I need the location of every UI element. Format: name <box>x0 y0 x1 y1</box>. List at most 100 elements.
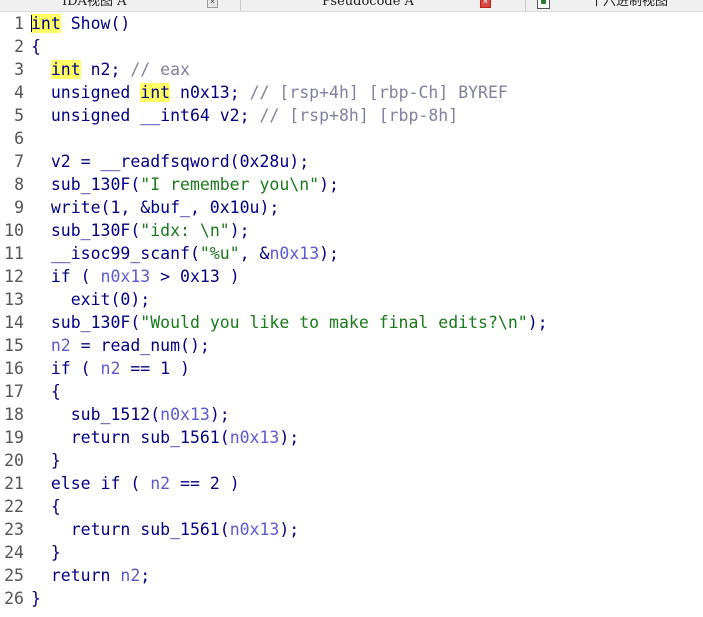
code-text: { <box>31 35 41 58</box>
code-token: ); <box>279 428 300 447</box>
code-line[interactable]: 3 int n2; // eax <box>0 58 703 81</box>
code-line[interactable]: 24 } <box>0 541 703 564</box>
code-text: } <box>31 587 41 610</box>
line-number: 14 <box>4 313 24 332</box>
code-token: } <box>31 589 41 608</box>
tab-divider <box>240 0 241 11</box>
code-token: ); <box>279 520 300 539</box>
code-line[interactable]: 15 n2 = read_num(); <box>0 334 703 357</box>
code-line[interactable]: 16 if ( n2 == 1 ) <box>0 357 703 380</box>
tab-pseudocode[interactable]: Pseudocode A <box>322 0 414 11</box>
code-token: ); <box>229 221 250 240</box>
code-line[interactable]: 19 return sub_1561(n0x13); <box>0 426 703 449</box>
code-text: sub_130F("idx: \n"); <box>31 219 250 242</box>
tab-hex-view[interactable]: 十六进制视图 <box>590 0 668 11</box>
line-number: 15 <box>4 336 24 355</box>
code-text: int n2; // eax <box>31 58 190 81</box>
code-line[interactable]: 5 unsigned __int64 v2; // [rsp+8h] [rbp-… <box>0 104 703 127</box>
line-number: 5 <box>14 106 24 125</box>
code-token: { <box>31 37 41 56</box>
code-line[interactable]: 12 if ( n0x13 > 0x13 ) <box>0 265 703 288</box>
code-token: "idx: \n" <box>140 221 230 240</box>
code-token: sub_130F( <box>31 313 141 332</box>
code-token: // [rsp+4h] [rbp-Ch] BYREF <box>249 83 508 102</box>
line-number: 6 <box>14 129 24 148</box>
code-token: // eax <box>130 60 190 79</box>
code-line[interactable]: 20 } <box>0 449 703 472</box>
code-line[interactable]: 2{ <box>0 35 703 58</box>
code-token: v2 = __readfsqword(0x28u); <box>31 152 310 171</box>
code-line[interactable]: 7 v2 = __readfsqword(0x28u); <box>0 150 703 173</box>
code-token: sub_130F( <box>31 175 141 194</box>
code-line[interactable]: 18 sub_1512(n0x13); <box>0 403 703 426</box>
code-token: n2; <box>80 60 131 79</box>
code-token: ); <box>209 405 230 424</box>
code-token: n0x13 <box>229 428 280 447</box>
code-text: } <box>31 449 61 472</box>
code-line[interactable]: 9 write(1, &buf_, 0x10u); <box>0 196 703 219</box>
code-text: { <box>31 495 61 518</box>
code-line[interactable]: 4 unsigned int n0x13; // [rsp+4h] [rbp-C… <box>0 81 703 104</box>
code-line[interactable]: 17 { <box>0 380 703 403</box>
code-text: else if ( n2 == 2 ) <box>31 472 240 495</box>
line-number: 23 <box>4 520 24 539</box>
code-token: ); <box>527 313 548 332</box>
code-line[interactable]: 23 return sub_1561(n0x13); <box>0 518 703 541</box>
code-token: return sub_1561( <box>31 428 230 447</box>
line-number: 18 <box>4 405 24 424</box>
tab-ida-view[interactable]: IDA视图 A <box>62 0 126 11</box>
code-line[interactable]: 26} <box>0 587 703 610</box>
line-number: 3 <box>14 60 24 79</box>
code-line[interactable]: 10 sub_130F("idx: \n"); <box>0 219 703 242</box>
code-text: if ( n0x13 > 0x13 ) <box>31 265 240 288</box>
line-number: 12 <box>4 267 24 286</box>
line-number: 24 <box>4 543 24 562</box>
code-token: n0x13 <box>160 405 210 424</box>
code-line[interactable]: 1 int Show() <box>0 12 703 35</box>
code-token: { <box>31 382 61 401</box>
line-number: 13 <box>4 290 24 309</box>
close-icon[interactable]: × <box>480 0 491 8</box>
pseudocode-editor[interactable]: 1 int Show() 2{3 int n2; // eax 4 unsigned … <box>0 12 703 610</box>
line-number: 25 <box>4 566 24 585</box>
line-number: 4 <box>14 83 24 102</box>
line-number: 1 <box>14 14 24 33</box>
line-number: 17 <box>4 382 24 401</box>
code-line[interactable]: 22 { <box>0 495 703 518</box>
code-token: n2 <box>100 359 121 378</box>
line-number: 26 <box>4 589 24 608</box>
code-token: "%u" <box>199 244 240 263</box>
code-text: int Show() <box>31 12 130 35</box>
close-icon[interactable]: × <box>207 0 218 8</box>
code-token: > 0x13 ) <box>150 267 240 286</box>
code-token: ); <box>319 244 339 263</box>
code-text: } <box>31 541 61 564</box>
code-line[interactable]: 14 sub_130F("Would you like to make fina… <box>0 311 703 334</box>
code-text: if ( n2 == 1 ) <box>31 357 190 380</box>
code-line[interactable]: 8 sub_130F("I remember you\n"); <box>0 173 703 196</box>
code-text: return sub_1561(n0x13); <box>31 426 300 449</box>
code-line[interactable]: 13 exit(0); <box>0 288 703 311</box>
code-token: int <box>31 14 61 33</box>
tab-divider <box>525 0 526 11</box>
code-line[interactable]: 25 return n2; <box>0 564 703 587</box>
line-number: 8 <box>14 175 24 194</box>
code-token: else if ( <box>31 474 151 493</box>
code-token: // [rsp+8h] [rbp-8h] <box>259 106 459 125</box>
line-number: 21 <box>4 474 24 493</box>
code-token: int <box>50 60 81 79</box>
code-text: unsigned __int64 v2; // [rsp+8h] [rbp-8h… <box>31 104 458 127</box>
line-number: 11 <box>4 244 24 263</box>
code-token: == 2 ) <box>170 474 240 493</box>
code-text: return n2; <box>31 564 150 587</box>
line-number: 16 <box>4 359 24 378</box>
code-line[interactable]: 11 __isoc99_scanf("%u", &n0x13); <box>0 242 703 265</box>
code-line[interactable]: 6 <box>0 127 703 150</box>
code-text: sub_1512(n0x13); <box>31 403 230 426</box>
line-number: 9 <box>14 198 24 217</box>
code-token: return <box>31 566 121 585</box>
code-text: { <box>31 380 61 403</box>
code-token: sub_1512( <box>31 405 161 424</box>
code-line[interactable]: 21 else if ( n2 == 2 ) <box>0 472 703 495</box>
